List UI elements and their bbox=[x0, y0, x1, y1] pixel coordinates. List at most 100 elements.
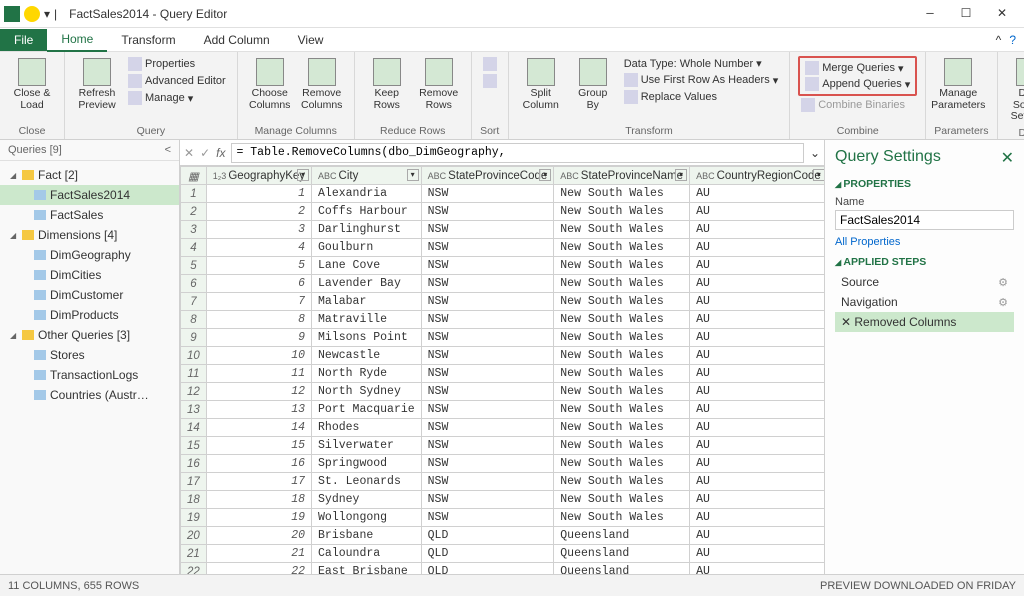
query-node[interactable]: FactSales2014 bbox=[0, 185, 179, 205]
applied-steps-header[interactable]: APPLIED STEPS bbox=[835, 256, 1014, 268]
cell[interactable]: NSW bbox=[421, 401, 554, 419]
cell[interactable]: Newcastle bbox=[312, 347, 422, 365]
cell[interactable]: Sydney bbox=[312, 491, 422, 509]
gear-icon[interactable]: ⚙ bbox=[998, 296, 1008, 309]
cell[interactable]: AU bbox=[690, 455, 824, 473]
collapse-ribbon-icon[interactable]: ^ bbox=[996, 33, 1002, 47]
row-number[interactable]: 19 bbox=[181, 509, 207, 527]
cell[interactable]: NSW bbox=[421, 419, 554, 437]
row-number[interactable]: 4 bbox=[181, 239, 207, 257]
cell[interactable]: Darlinghurst bbox=[312, 221, 422, 239]
cell[interactable]: 6 bbox=[206, 275, 311, 293]
column-header[interactable]: ABCCountryRegionCode▾ bbox=[690, 167, 824, 185]
split-column-button[interactable]: Split Column bbox=[517, 56, 565, 113]
keep-rows-button[interactable]: Keep Rows bbox=[363, 56, 411, 113]
gear-icon[interactable]: ⚙ bbox=[998, 276, 1008, 289]
data-grid[interactable]: ▦1₂3GeographyKey▾ABCCity▾ABCStateProvinc… bbox=[180, 166, 824, 574]
cell[interactable]: Queensland bbox=[554, 527, 690, 545]
cell[interactable]: AU bbox=[690, 419, 824, 437]
formula-accept-icon[interactable]: ✓ bbox=[200, 146, 210, 160]
applied-step[interactable]: Navigation⚙ bbox=[835, 292, 1014, 312]
queries-collapse-icon[interactable]: < bbox=[165, 144, 171, 156]
cell[interactable]: New South Wales bbox=[554, 509, 690, 527]
cell[interactable]: 9 bbox=[206, 329, 311, 347]
cell[interactable]: NSW bbox=[421, 365, 554, 383]
cell[interactable]: NSW bbox=[421, 221, 554, 239]
cell[interactable]: AU bbox=[690, 473, 824, 491]
cell[interactable]: NSW bbox=[421, 455, 554, 473]
cell[interactable]: Queensland bbox=[554, 563, 690, 575]
cell[interactable]: 5 bbox=[206, 257, 311, 275]
cell[interactable]: New South Wales bbox=[554, 221, 690, 239]
cell[interactable]: 14 bbox=[206, 419, 311, 437]
cell[interactable]: 17 bbox=[206, 473, 311, 491]
cell[interactable]: New South Wales bbox=[554, 491, 690, 509]
cell[interactable]: 3 bbox=[206, 221, 311, 239]
cell[interactable]: 13 bbox=[206, 401, 311, 419]
row-number[interactable]: 22 bbox=[181, 563, 207, 575]
cell[interactable]: New South Wales bbox=[554, 419, 690, 437]
all-properties-link[interactable]: All Properties bbox=[835, 236, 900, 248]
row-number[interactable]: 9 bbox=[181, 329, 207, 347]
cell[interactable]: Wollongong bbox=[312, 509, 422, 527]
minimize-button[interactable]: ─ bbox=[912, 0, 948, 28]
formula-cancel-icon[interactable]: ✕ bbox=[184, 146, 194, 160]
query-node[interactable]: TransactionLogs bbox=[0, 365, 179, 385]
manage-button[interactable]: Manage ▾ bbox=[125, 90, 229, 106]
tab-view[interactable]: View bbox=[284, 29, 338, 51]
query-node[interactable]: Stores bbox=[0, 345, 179, 365]
formula-input[interactable] bbox=[231, 143, 803, 163]
cell[interactable]: New South Wales bbox=[554, 257, 690, 275]
cell[interactable]: NSW bbox=[421, 185, 554, 203]
dropdown-icon[interactable]: ▾ bbox=[44, 7, 50, 21]
cell[interactable]: NSW bbox=[421, 329, 554, 347]
cell[interactable]: Rhodes bbox=[312, 419, 422, 437]
cell[interactable]: NSW bbox=[421, 347, 554, 365]
row-number[interactable]: 15 bbox=[181, 437, 207, 455]
cell[interactable]: Alexandria bbox=[312, 185, 422, 203]
cell[interactable]: NSW bbox=[421, 275, 554, 293]
row-number[interactable]: 6 bbox=[181, 275, 207, 293]
row-number[interactable]: 21 bbox=[181, 545, 207, 563]
cell[interactable]: New South Wales bbox=[554, 347, 690, 365]
cell[interactable]: St. Leonards bbox=[312, 473, 422, 491]
refresh-preview-button[interactable]: Refresh Preview bbox=[73, 56, 121, 113]
query-name-input[interactable] bbox=[835, 210, 1014, 230]
properties-button[interactable]: Properties bbox=[125, 56, 229, 72]
maximize-button[interactable]: ☐ bbox=[948, 0, 984, 28]
cell[interactable]: AU bbox=[690, 383, 824, 401]
query-node[interactable]: DimCities bbox=[0, 265, 179, 285]
cell[interactable]: AU bbox=[690, 275, 824, 293]
tab-home[interactable]: Home bbox=[47, 28, 107, 52]
cell[interactable]: AU bbox=[690, 563, 824, 575]
row-number[interactable]: 14 bbox=[181, 419, 207, 437]
cell[interactable]: New South Wales bbox=[554, 275, 690, 293]
row-number[interactable]: 10 bbox=[181, 347, 207, 365]
cell[interactable]: New South Wales bbox=[554, 329, 690, 347]
row-number[interactable]: 7 bbox=[181, 293, 207, 311]
cell[interactable]: AU bbox=[690, 311, 824, 329]
cell[interactable]: Milsons Point bbox=[312, 329, 422, 347]
corner-cell[interactable]: ▦ bbox=[181, 167, 207, 185]
sort-desc-button[interactable] bbox=[480, 73, 500, 89]
folder-node[interactable]: ◢ Other Queries [3] bbox=[0, 325, 179, 345]
cell[interactable]: 12 bbox=[206, 383, 311, 401]
cell[interactable]: North Ryde bbox=[312, 365, 422, 383]
data-source-settings-button[interactable]: Data Source Settings bbox=[1006, 56, 1024, 125]
cell[interactable]: Goulburn bbox=[312, 239, 422, 257]
merge-queries-button[interactable]: Merge Queries ▾ bbox=[802, 60, 913, 76]
cell[interactable]: Brisbane bbox=[312, 527, 422, 545]
sort-asc-button[interactable] bbox=[480, 56, 500, 72]
cell[interactable]: AU bbox=[690, 329, 824, 347]
row-number[interactable]: 20 bbox=[181, 527, 207, 545]
cell[interactable]: AU bbox=[690, 221, 824, 239]
applied-step[interactable]: Source⚙ bbox=[835, 272, 1014, 292]
cell[interactable]: New South Wales bbox=[554, 365, 690, 383]
cell[interactable]: 21 bbox=[206, 545, 311, 563]
data-type-button[interactable]: Data Type: Whole Number ▾ bbox=[621, 56, 782, 71]
cell[interactable]: NSW bbox=[421, 383, 554, 401]
cell[interactable]: AU bbox=[690, 545, 824, 563]
row-number[interactable]: 5 bbox=[181, 257, 207, 275]
cell[interactable]: AU bbox=[690, 347, 824, 365]
query-node[interactable]: Countries (Austr… bbox=[0, 385, 179, 405]
